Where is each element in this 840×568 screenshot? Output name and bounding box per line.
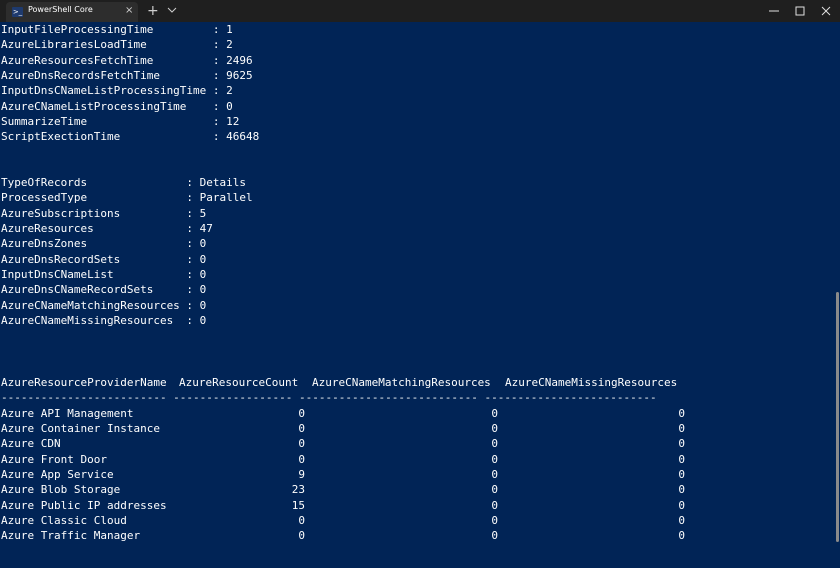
close-window-button[interactable] [812, 0, 840, 22]
timing-line: AzureCNameListProcessingTime : 0 [1, 99, 233, 113]
timing-line: AzureLibrariesLoadTime : 2 [1, 38, 233, 52]
table-cell: 0 [678, 498, 685, 512]
summary-line: AzureResources : 47 [1, 222, 213, 236]
timing-line: SummarizeTime : 12 [1, 115, 240, 129]
table-cell: 0 [678, 406, 685, 420]
table-cell: 0 [678, 421, 685, 435]
new-tab-button[interactable]: + [147, 2, 159, 20]
summary-line: AzureDnsCNameRecordSets : 0 [1, 283, 207, 297]
timing-line: InputDnsCNameListProcessingTime : 2 [1, 84, 233, 98]
summary-line: AzureSubscriptions : 5 [1, 206, 207, 220]
column-header: AzureCNameMissingResources [505, 376, 678, 389]
close-tab-icon[interactable]: × [125, 5, 133, 17]
tab-powershell-core[interactable]: >_ PowerShell Core × [6, 2, 138, 22]
table-row: Azure Traffic Manager 0 0 0 [1, 528, 701, 543]
table-cell: 0 [678, 467, 685, 481]
table-row: Azure Blob Storage 23 0 0 [1, 482, 701, 497]
timing-line: ScriptExectionTime : 46648 [1, 130, 260, 144]
table-row: Azure Container Instance 0 0 0 [1, 421, 701, 436]
powershell-icon: >_ [12, 7, 23, 17]
column-header: AzureResourceCount [179, 376, 299, 389]
maximize-button[interactable] [786, 0, 814, 22]
title-bar: >_ PowerShell Core × + [0, 0, 840, 22]
table-row: Azure API Management 0 0 0 [1, 406, 701, 421]
summary-line: AzureCNameMatchingResources : 0 [1, 298, 207, 312]
table-header: AzureResourceProviderName AzureResourceCo… [1, 375, 701, 390]
chevron-down-icon[interactable] [167, 5, 177, 15]
minimize-button[interactable] [760, 0, 788, 22]
timing-line: AzureResourcesFetchTime : 2496 [1, 53, 253, 67]
table-cell: 0 [678, 452, 685, 466]
table-row: Azure CDN 0 0 0 [1, 436, 701, 451]
table-row: Azure App Service 9 0 0 [1, 467, 701, 482]
table-row: Azure Front Door 0 0 0 [1, 452, 701, 467]
timing-line: InputFileProcessingTime : 1 [1, 23, 233, 36]
summary-line: TypeOfRecords : Details [1, 176, 247, 189]
summary-line: AzureDnsZones : 0 [1, 237, 207, 251]
table-cell: 0 [678, 513, 685, 527]
summary-line: AzureDnsRecordSets : 0 [1, 252, 207, 266]
terminal-output[interactable]: InputFileProcessingTime : 1 AzureLibrarie… [0, 22, 830, 568]
summary-line: AzureCNameMissingResources : 0 [1, 314, 207, 328]
scrollbar-thumb[interactable] [836, 292, 839, 542]
table-cell: 0 [678, 483, 685, 497]
timing-line: AzureDnsRecordsFetchTime : 9625 [1, 69, 253, 83]
table-row: Azure Public IP addresses 15 0 0 [1, 498, 701, 513]
table-row: Azure Classic Cloud 0 0 0 [1, 513, 701, 528]
column-header: AzureResourceProviderName [1, 376, 167, 389]
table-cell: 0 [678, 529, 685, 543]
column-header: AzureCNameMatchingResources [312, 376, 491, 389]
tab-title: PowerShell Core [28, 5, 93, 14]
table-cell: 0 [678, 437, 685, 451]
summary-line: InputDnsCNameList : 0 [1, 268, 207, 282]
table-separator: ------------------------- --------------… [1, 391, 657, 404]
summary-line: ProcessedType : Parallel [1, 191, 253, 205]
